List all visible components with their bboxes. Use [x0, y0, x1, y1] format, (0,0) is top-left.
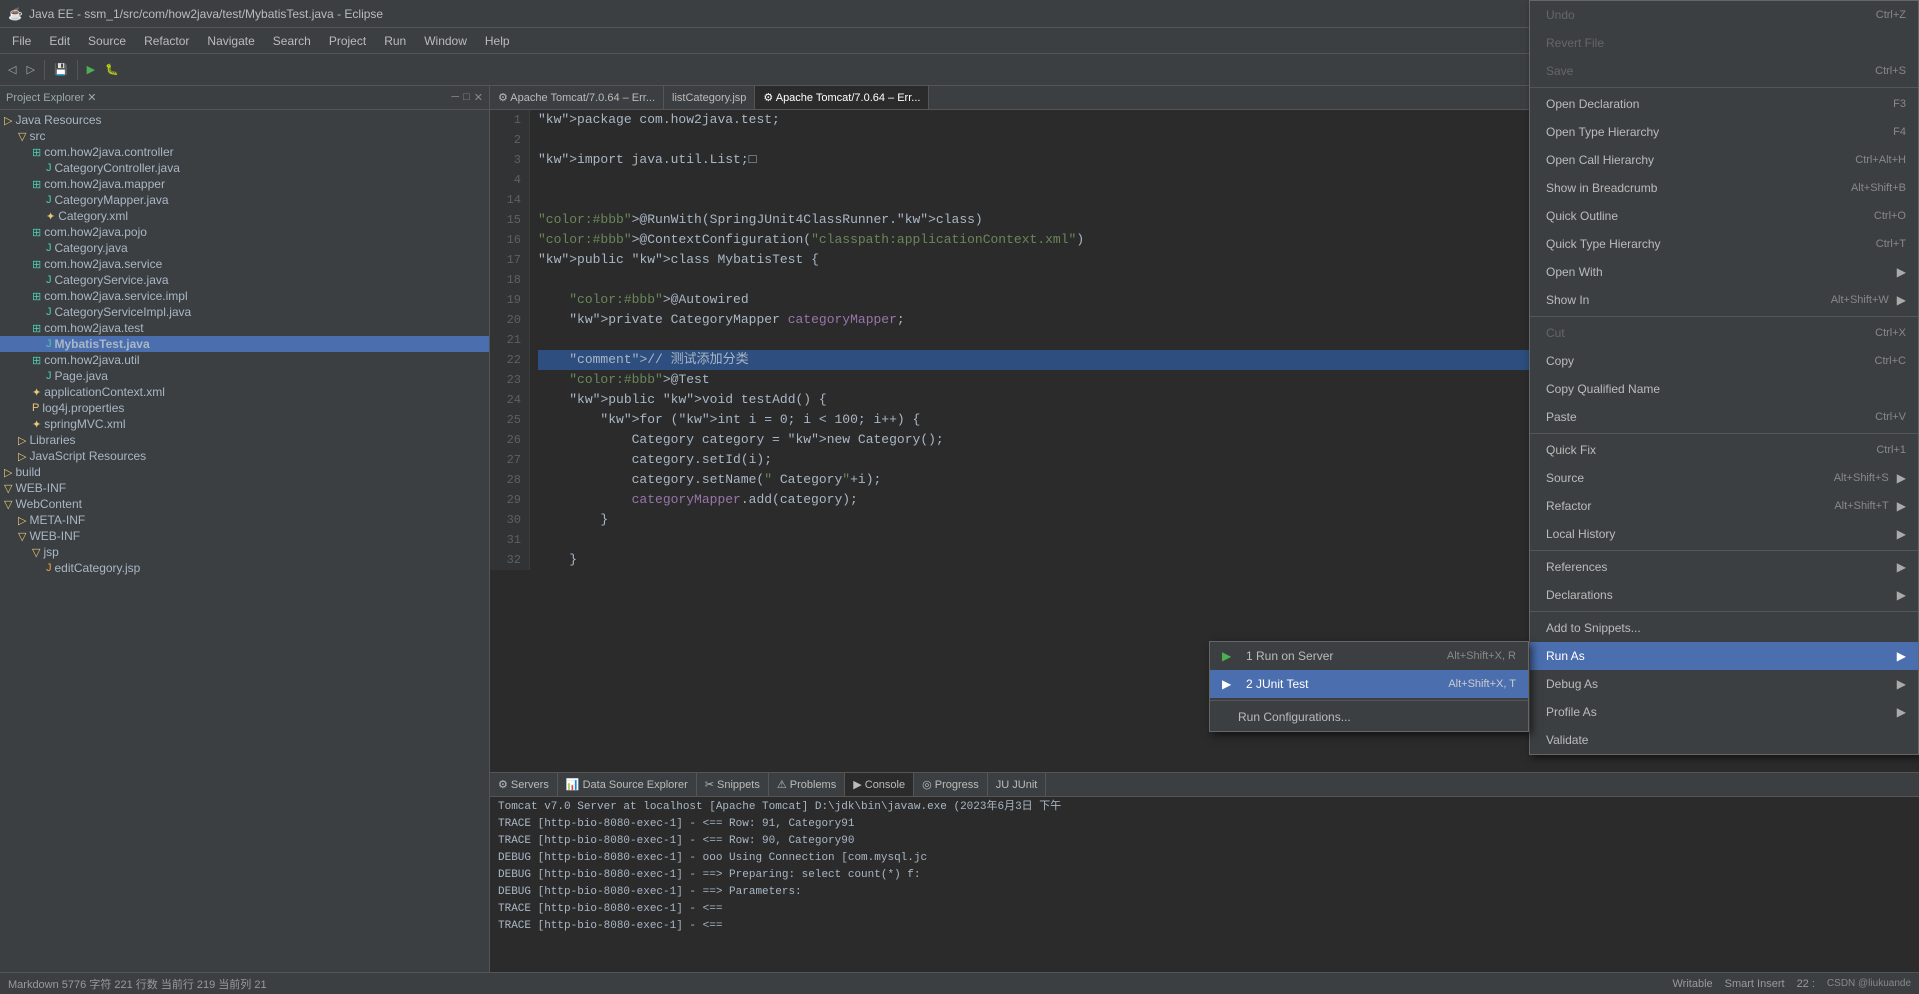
context-menu-shortcut: Ctrl+V [1875, 411, 1906, 423]
run-submenu-shortcut: Alt+Shift+X, T [1448, 678, 1516, 690]
context-menu-item-label: Declarations [1546, 588, 1889, 602]
context-menu-item-label: Open Declaration [1546, 97, 1877, 111]
context-menu-item-cut: Cut Ctrl+X [1530, 319, 1918, 347]
context-menu-item-label: Validate [1546, 733, 1906, 747]
run-submenu-label: 2 JUnit Test [1246, 677, 1440, 691]
context-menu-shortcut: Ctrl+1 [1876, 444, 1906, 456]
context-menu-item-source[interactable]: Source Alt+Shift+S ▶ [1530, 464, 1918, 492]
context-menu-shortcut: Ctrl+C [1875, 355, 1906, 367]
context-menu-shortcut: Alt+Shift+B [1851, 182, 1906, 194]
context-menu-overlay[interactable]: Undo Ctrl+Z Revert File Save Ctrl+S Open Decl… [0, 0, 1919, 994]
context-menu-item-label: Run As [1546, 649, 1889, 663]
context-menu-separator [1530, 550, 1918, 551]
context-menu-item-save: Save Ctrl+S [1530, 57, 1918, 85]
run-configurations-item[interactable]: Run Configurations... [1210, 703, 1528, 731]
run-submenu-icon: ▶ [1222, 649, 1238, 663]
context-menu-separator [1530, 87, 1918, 88]
context-menu-item-copy[interactable]: Copy Ctrl+C [1530, 347, 1918, 375]
context-menu-item-label: Add to Snippets... [1546, 621, 1906, 635]
context-menu-item-profile-as[interactable]: Profile As ▶ [1530, 698, 1918, 726]
context-menu-shortcut: Ctrl+S [1875, 65, 1906, 77]
context-menu-shortcut: Ctrl+Z [1876, 9, 1906, 21]
context-menu-shortcut: Alt+Shift+W [1831, 294, 1889, 306]
run-submenu-icon: ▶ [1222, 677, 1238, 691]
context-menu-item-quick-type-hierarchy[interactable]: Quick Type Hierarchy Ctrl+T [1530, 230, 1918, 258]
context-menu-shortcut: F4 [1893, 126, 1906, 138]
run-submenu-shortcut: Alt+Shift+X, R [1447, 650, 1516, 662]
context-menu-shortcut: Ctrl+T [1876, 238, 1906, 250]
context-menu-item-run-as[interactable]: Run As ▶ [1530, 642, 1918, 670]
context-menu-item-label: References [1546, 560, 1889, 574]
context-menu-item-label: Refactor [1546, 499, 1818, 513]
context-menu-shortcut: F3 [1893, 98, 1906, 110]
context-menu-item-label: Debug As [1546, 677, 1889, 691]
context-menu-item-open-with[interactable]: Open With ▶ [1530, 258, 1918, 286]
context-menu-item-open-call-hierarchy[interactable]: Open Call Hierarchy Ctrl+Alt+H [1530, 146, 1918, 174]
context-menu-item-open-declaration[interactable]: Open Declaration F3 [1530, 90, 1918, 118]
context-menu-arrow: ▶ [1897, 471, 1906, 485]
context-menu-shortcut: Ctrl+X [1875, 327, 1906, 339]
context-menu-item-add-snippets[interactable]: Add to Snippets... [1530, 614, 1918, 642]
context-menu-separator [1530, 611, 1918, 612]
context-menu-item-label: Show In [1546, 293, 1815, 307]
context-menu-item-label: Open Call Hierarchy [1546, 153, 1839, 167]
context-menu-item-label: Copy Qualified Name [1546, 382, 1906, 396]
context-menu-item-paste[interactable]: Paste Ctrl+V [1530, 403, 1918, 431]
run-submenu: ▶ 1 Run on Server Alt+Shift+X, R ▶ 2 JUnit T… [1209, 641, 1529, 732]
context-menu-item-show-breadcrumb[interactable]: Show in Breadcrumb Alt+Shift+B [1530, 174, 1918, 202]
context-menu-arrow: ▶ [1897, 527, 1906, 541]
context-menu-item-label: Open Type Hierarchy [1546, 125, 1877, 139]
context-menu-item-label: Save [1546, 64, 1859, 78]
context-menu-item-label: Quick Outline [1546, 209, 1858, 223]
context-menu-separator [1530, 316, 1918, 317]
context-menu-item-label: Profile As [1546, 705, 1889, 719]
context-menu-arrow: ▶ [1897, 588, 1906, 602]
context-menu-item-label: Undo [1546, 8, 1860, 22]
context-menu-item-quick-outline[interactable]: Quick Outline Ctrl+O [1530, 202, 1918, 230]
context-menu-shortcut: Ctrl+O [1874, 210, 1906, 222]
context-menu-item-references[interactable]: References ▶ [1530, 553, 1918, 581]
context-menu-item-show-in[interactable]: Show In Alt+Shift+W ▶ [1530, 286, 1918, 314]
context-menu-arrow: ▶ [1897, 649, 1906, 663]
context-menu-item-local-history[interactable]: Local History ▶ [1530, 520, 1918, 548]
run-submenu-separator [1210, 700, 1528, 701]
context-menu-arrow: ▶ [1897, 265, 1906, 279]
context-menu-item-label: Source [1546, 471, 1818, 485]
context-menu-item-quick-fix[interactable]: Quick Fix Ctrl+1 [1530, 436, 1918, 464]
context-menu-item-revert: Revert File [1530, 29, 1918, 57]
context-menu-shortcut: Alt+Shift+S [1834, 472, 1889, 484]
context-menu-arrow: ▶ [1897, 677, 1906, 691]
context-menu-shortcut: Alt+Shift+T [1834, 500, 1888, 512]
context-menu-item-label: Local History [1546, 527, 1889, 541]
context-menu-item-label: Open With [1546, 265, 1889, 279]
run-submenu-label: 1 Run on Server [1246, 649, 1439, 663]
context-menu-shortcut: Ctrl+Alt+H [1855, 154, 1906, 166]
context-menu-item-label: Quick Fix [1546, 443, 1860, 457]
context-menu: Undo Ctrl+Z Revert File Save Ctrl+S Open Decl… [1529, 0, 1919, 755]
context-menu-arrow: ▶ [1897, 560, 1906, 574]
context-menu-item-declarations[interactable]: Declarations ▶ [1530, 581, 1918, 609]
context-menu-item-label: Quick Type Hierarchy [1546, 237, 1860, 251]
context-menu-item-undo: Undo Ctrl+Z [1530, 1, 1918, 29]
context-menu-item-label: Copy [1546, 354, 1859, 368]
context-menu-separator [1530, 433, 1918, 434]
context-menu-item-label: Show in Breadcrumb [1546, 181, 1835, 195]
context-menu-item-debug-as[interactable]: Debug As ▶ [1530, 670, 1918, 698]
context-menu-item-copy-qualified[interactable]: Copy Qualified Name [1530, 375, 1918, 403]
context-menu-item-label: Revert File [1546, 36, 1906, 50]
context-menu-item-label: Cut [1546, 326, 1859, 340]
context-menu-arrow: ▶ [1897, 293, 1906, 307]
run-submenu-item-1[interactable]: ▶ 2 JUnit Test Alt+Shift+X, T [1210, 670, 1528, 698]
run-submenu-item-0[interactable]: ▶ 1 Run on Server Alt+Shift+X, R [1210, 642, 1528, 670]
context-menu-item-refactor[interactable]: Refactor Alt+Shift+T ▶ [1530, 492, 1918, 520]
context-menu-item-validate[interactable]: Validate [1530, 726, 1918, 754]
context-menu-arrow: ▶ [1897, 705, 1906, 719]
context-menu-item-label: Paste [1546, 410, 1859, 424]
context-menu-item-open-type-hierarchy[interactable]: Open Type Hierarchy F4 [1530, 118, 1918, 146]
context-menu-arrow: ▶ [1897, 499, 1906, 513]
